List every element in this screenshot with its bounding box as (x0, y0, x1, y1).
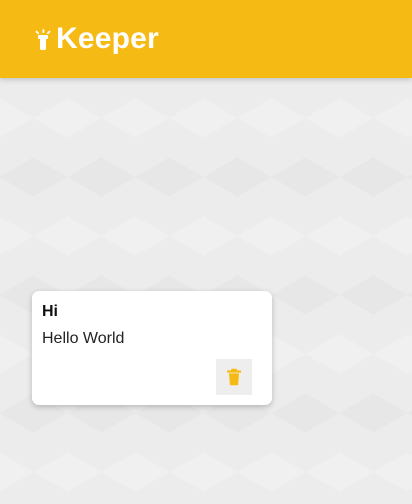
highlight-icon (34, 28, 52, 52)
trash-icon (227, 368, 241, 386)
app-header: Keeper (0, 0, 412, 78)
app-title: Keeper (56, 22, 159, 55)
delete-note-button[interactable] (216, 359, 252, 395)
note-content: Hello World (42, 330, 125, 347)
note-title: Hi (42, 303, 58, 320)
note-card: Hi Hello World (32, 291, 272, 405)
app-logo: Keeper (34, 4, 159, 74)
